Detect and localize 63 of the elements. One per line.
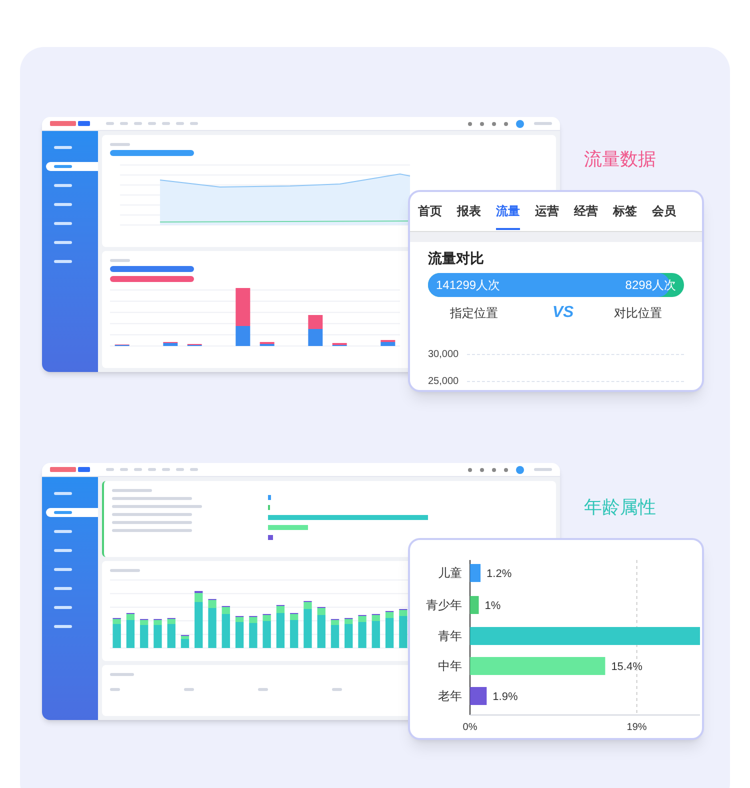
text-placeholder bbox=[54, 222, 72, 225]
nav-tab[interactable]: 运营 bbox=[535, 202, 559, 230]
logo-icon bbox=[50, 120, 90, 127]
text-placeholder bbox=[54, 184, 72, 187]
text-placeholder bbox=[54, 549, 72, 552]
nav-tab[interactable]: 报表 bbox=[457, 202, 481, 230]
text-placeholder bbox=[332, 688, 342, 691]
section-title: 流量对比 bbox=[428, 249, 485, 268]
location-label: 对比位置 bbox=[614, 305, 662, 322]
nav-tab[interactable]: 会员 bbox=[652, 202, 676, 230]
axis-label: 0% bbox=[462, 722, 478, 733]
nav-tab[interactable]: 流量 bbox=[496, 202, 520, 230]
text-placeholder bbox=[54, 530, 72, 533]
text-placeholder bbox=[534, 468, 552, 471]
text-placeholder bbox=[258, 688, 268, 691]
category-label: 儿童 bbox=[438, 566, 462, 580]
nav-tab[interactable]: 首页 bbox=[418, 202, 442, 230]
location-label: 指定位置 bbox=[450, 305, 498, 322]
bar bbox=[470, 564, 481, 582]
value-label: 141299人次 bbox=[436, 277, 500, 294]
text-placeholder bbox=[54, 146, 72, 149]
text-placeholder bbox=[534, 122, 552, 125]
text-placeholder bbox=[184, 688, 194, 691]
text-placeholder bbox=[54, 511, 72, 514]
value-label: 1.9% bbox=[492, 691, 518, 703]
category-label: 中年 bbox=[438, 659, 462, 673]
caption: 流量数据 bbox=[584, 148, 656, 171]
bar bbox=[308, 315, 323, 329]
text-placeholder bbox=[54, 587, 72, 590]
text-placeholder bbox=[54, 625, 72, 628]
value-label: 1% bbox=[484, 600, 501, 612]
nav-tab[interactable]: 经营 bbox=[574, 202, 598, 230]
bar bbox=[308, 329, 323, 346]
category-label: 青年 bbox=[438, 629, 462, 643]
text-placeholder bbox=[54, 165, 72, 168]
category-label: 老年 bbox=[438, 689, 462, 703]
text-placeholder bbox=[54, 241, 72, 244]
toolbar-icons bbox=[466, 120, 526, 128]
text-placeholder bbox=[54, 260, 72, 263]
axis-label: 19% bbox=[626, 722, 647, 733]
text-placeholder bbox=[110, 143, 130, 146]
value-label: 1.2% bbox=[486, 568, 512, 580]
axis-label: 30,000 bbox=[428, 348, 459, 362]
bar bbox=[470, 687, 487, 705]
text-placeholder bbox=[54, 203, 72, 206]
bar bbox=[470, 596, 479, 614]
axis-label: 25,000 bbox=[428, 375, 459, 389]
text-placeholder bbox=[54, 606, 72, 609]
nav-tab[interactable]: 标签 bbox=[613, 202, 637, 230]
toolbar-icons bbox=[466, 466, 526, 474]
vs-label: VS bbox=[552, 303, 574, 323]
text-placeholder bbox=[110, 673, 134, 676]
value-label: 8298人次 bbox=[625, 277, 676, 294]
text-placeholder bbox=[54, 568, 72, 571]
text-placeholder bbox=[54, 492, 72, 495]
value-label: 15.4% bbox=[611, 661, 642, 673]
text-placeholder bbox=[110, 259, 130, 262]
text-placeholder bbox=[110, 569, 140, 572]
caption: 年龄属性 bbox=[584, 496, 656, 519]
logo-icon bbox=[50, 466, 90, 473]
text-placeholder bbox=[112, 489, 152, 492]
text-placeholder bbox=[110, 688, 120, 691]
category-label: 青少年 bbox=[426, 598, 462, 612]
